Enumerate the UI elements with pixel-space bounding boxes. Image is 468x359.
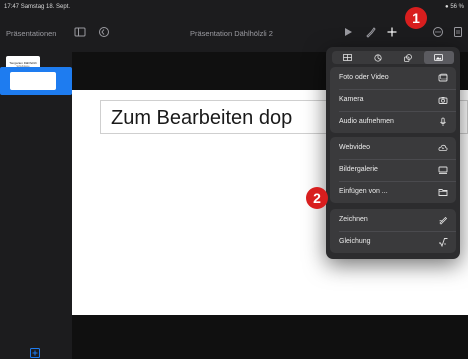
slide-navigator: Tiergarten Dählhölzli Schulklasse	[0, 52, 72, 359]
menu-item-draw[interactable]: Zeichnen	[330, 209, 456, 231]
photo-icon	[438, 73, 448, 83]
table-icon	[342, 54, 352, 61]
menu-item-label: Webvideo	[339, 144, 371, 151]
media-group-create: Zeichnen Gleichung x	[330, 209, 456, 253]
equation-icon: x	[438, 237, 448, 247]
tab-shapes[interactable]	[393, 51, 424, 64]
cloud-play-icon	[438, 143, 448, 153]
media-group-capture: Foto oder Video Kamera Audio aufnehmen	[330, 67, 456, 133]
svg-text:x: x	[444, 241, 446, 246]
media-group-sources: Webvideo Bildergalerie Einfügen von ...	[330, 137, 456, 203]
menu-item-photo-video[interactable]: Foto oder Video	[330, 67, 456, 89]
battery-level: 56 %	[450, 4, 464, 10]
menu-item-insert-from[interactable]: Einfügen von ...	[330, 181, 456, 203]
menu-item-image-gallery[interactable]: Bildergalerie	[330, 159, 456, 181]
menu-item-label: Gleichung	[339, 238, 371, 245]
document-title: Präsentation Dählhölzli 2	[190, 29, 273, 38]
wifi-icon: ●	[445, 4, 449, 10]
menu-item-label: Bildergalerie	[339, 166, 378, 173]
slide-thumbnail-title: Tiergarten Dählhölzli	[9, 61, 37, 65]
slide-thumbnail-selection[interactable]	[0, 67, 72, 95]
insert-tabs	[332, 51, 454, 64]
gallery-icon	[438, 165, 448, 175]
brush-icon[interactable]	[365, 26, 377, 38]
status-right: ● 56 %	[445, 4, 464, 10]
sidebar-toggle-icon[interactable]	[74, 26, 86, 38]
menu-item-label: Zeichnen	[339, 216, 368, 223]
chart-icon	[374, 53, 382, 62]
menu-item-camera[interactable]: Kamera	[330, 89, 456, 111]
status-date: Samstag 18. Sept.	[20, 4, 71, 10]
insert-popover: Foto oder Video Kamera Audio aufnehmen W…	[326, 47, 460, 259]
tab-media[interactable]	[423, 51, 454, 64]
microphone-icon	[438, 117, 448, 127]
more-icon[interactable]	[432, 26, 444, 38]
menu-item-record-audio[interactable]: Audio aufnehmen	[330, 111, 456, 133]
plus-icon[interactable]	[386, 26, 398, 38]
folder-icon	[438, 187, 448, 197]
pencil-icon	[438, 215, 448, 225]
tab-chart[interactable]	[363, 51, 394, 64]
annotation-badge-2: 2	[306, 187, 328, 209]
menu-item-label: Foto oder Video	[339, 74, 389, 81]
undo-icon[interactable]	[98, 26, 110, 38]
add-slide-icon[interactable]	[30, 348, 40, 358]
status-bar: 17:47 Samstag 18. Sept. ● 56 %	[0, 0, 468, 14]
camera-icon	[438, 95, 448, 105]
tab-table[interactable]	[332, 51, 363, 64]
menu-item-equation[interactable]: Gleichung x	[330, 231, 456, 253]
slide-thumbnail-2[interactable]	[10, 72, 56, 90]
shapes-icon	[404, 53, 413, 62]
play-icon[interactable]	[342, 26, 354, 38]
menu-item-label: Kamera	[339, 96, 364, 103]
annotation-badge-1: 1	[405, 7, 427, 29]
document-icon[interactable]	[452, 26, 464, 38]
status-time-date: 17:47 Samstag 18. Sept.	[4, 4, 70, 10]
status-time: 17:47	[4, 4, 20, 10]
menu-item-label: Einfügen von ...	[339, 188, 388, 195]
menu-item-label: Audio aufnehmen	[339, 118, 394, 125]
menu-item-web-video[interactable]: Webvideo	[330, 137, 456, 159]
media-icon	[434, 54, 444, 61]
back-to-presentations-button[interactable]: Präsentationen	[6, 29, 56, 38]
